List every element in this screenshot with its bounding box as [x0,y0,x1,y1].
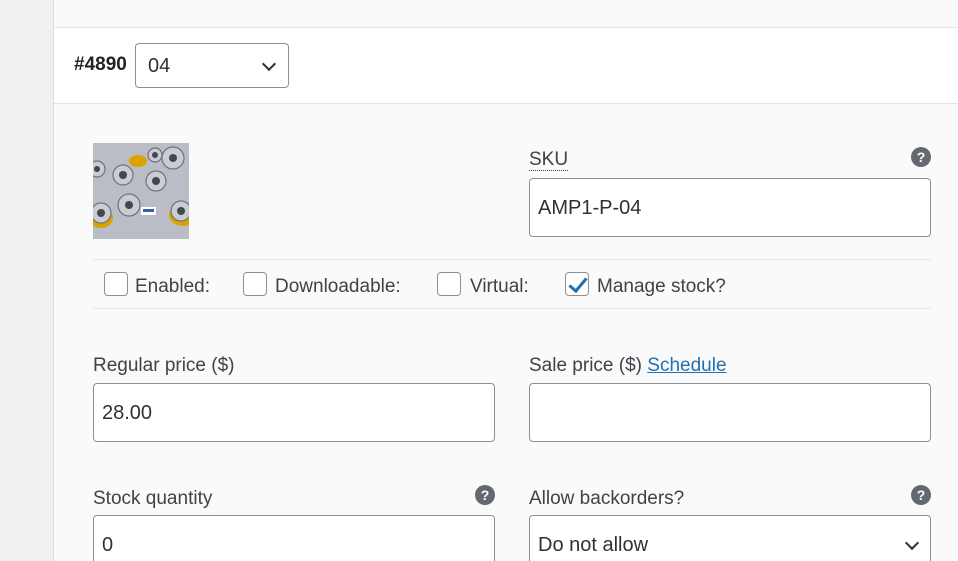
variation-image[interactable] [93,143,189,239]
sku-input[interactable]: AMP1-P-04 [529,178,931,237]
stock-quantity-value: 0 [102,534,114,556]
regular-price-value: 28.00 [102,402,153,424]
regular-price-label: Regular price ($) [93,355,235,376]
sku-label: SKU [529,149,569,171]
help-icon[interactable]: ? [911,147,931,167]
variation-options-row: Enabled: Downloadable: Virtual: Manage s… [93,259,931,309]
virtual-checkbox[interactable] [437,272,461,296]
sale-price-label-text: Sale price ($) [529,355,642,376]
enabled-label: Enabled: [135,276,211,297]
downloadable-checkbox[interactable] [243,272,267,296]
variation-header[interactable]: #4890 04 [54,28,958,104]
manage-stock-label: Manage stock? [597,276,726,297]
manage-stock-checkbox[interactable] [565,272,589,296]
product-photo-icon [93,143,189,239]
regular-price-input[interactable]: 28.00 [93,383,495,442]
admin-sidebar-edge [0,0,54,561]
virtual-label: Virtual: [470,276,529,297]
schedule-link[interactable]: Schedule [647,355,726,376]
backorders-label: Allow backorders? [529,488,685,509]
variation-panel: #4890 04 SKU ? AMP1-P-04 Enabled: Downlo… [54,0,958,561]
enabled-checkbox[interactable] [104,272,128,296]
backorders-value: Do not allow [538,534,649,556]
downloadable-label: Downloadable: [275,276,401,297]
sku-value: AMP1-P-04 [538,197,642,219]
help-icon[interactable]: ? [475,485,495,505]
stock-quantity-label: Stock quantity [93,488,213,509]
chevron-down-icon [261,56,277,72]
variation-attribute-value: 04 [148,55,171,77]
chevron-down-icon [904,535,920,551]
backorders-select[interactable]: Do not allow [529,515,931,561]
panel-top-band [54,0,958,28]
variation-attribute-select[interactable]: 04 [135,43,289,88]
sale-price-input[interactable] [529,383,931,442]
help-icon[interactable]: ? [911,485,931,505]
stock-quantity-input[interactable]: 0 [93,515,495,561]
sale-price-label: Sale price ($) Schedule [529,355,727,377]
variation-id: #4890 [74,54,127,75]
